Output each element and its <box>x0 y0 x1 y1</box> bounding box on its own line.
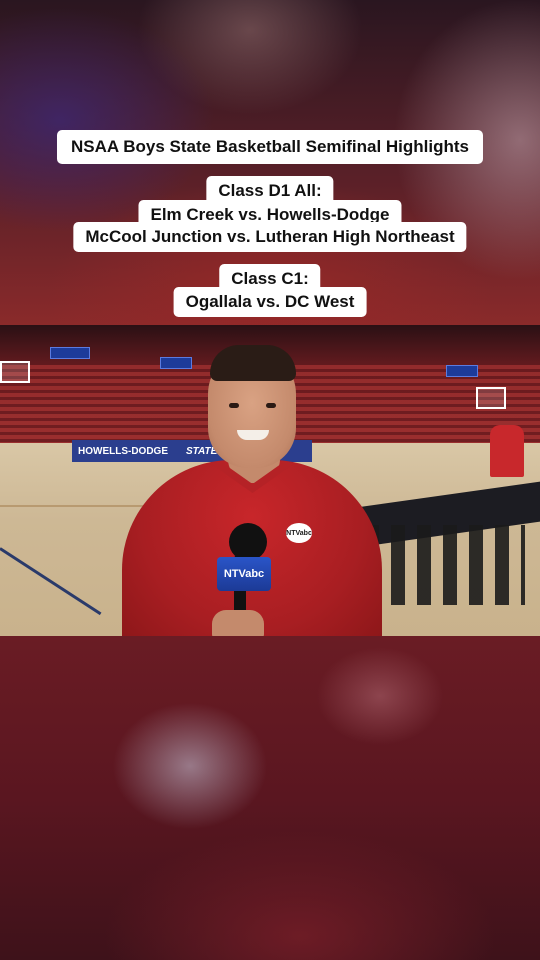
banner-team-text: HOWELLS-DODGE <box>78 445 168 457</box>
video-frame[interactable]: HOWELLS-DODGE STATE CHAMP NTVabc NTVabc <box>0 325 540 636</box>
blurred-background-bottom <box>0 636 540 960</box>
reporter-smile <box>237 430 269 440</box>
caption-c1-game1: Ogallala vs. DC West <box>173 287 367 317</box>
bench-chairs <box>365 525 525 605</box>
arena-video-board <box>50 347 90 359</box>
caption-title: NSAA Boys State Basketball Semifinal Hig… <box>56 130 484 164</box>
reporter-hair <box>210 345 296 381</box>
background-person <box>490 425 524 477</box>
reel-page: NSAA Boys State Basketball Semifinal Hig… <box>0 0 540 960</box>
basketball-hoop <box>0 361 30 383</box>
reporter-eye <box>266 403 276 408</box>
arena-video-board <box>160 357 192 369</box>
microphone-flag: NTVabc <box>217 557 271 591</box>
reporter-eye <box>229 403 239 408</box>
reporter-hand <box>212 610 264 636</box>
shirt-logo: NTVabc <box>286 523 312 543</box>
caption-d1-game2: McCool Junction vs. Lutheran High Northe… <box>73 222 467 252</box>
arena-video-board <box>446 365 478 377</box>
basketball-hoop <box>476 387 506 409</box>
microphone-icon <box>229 523 267 561</box>
